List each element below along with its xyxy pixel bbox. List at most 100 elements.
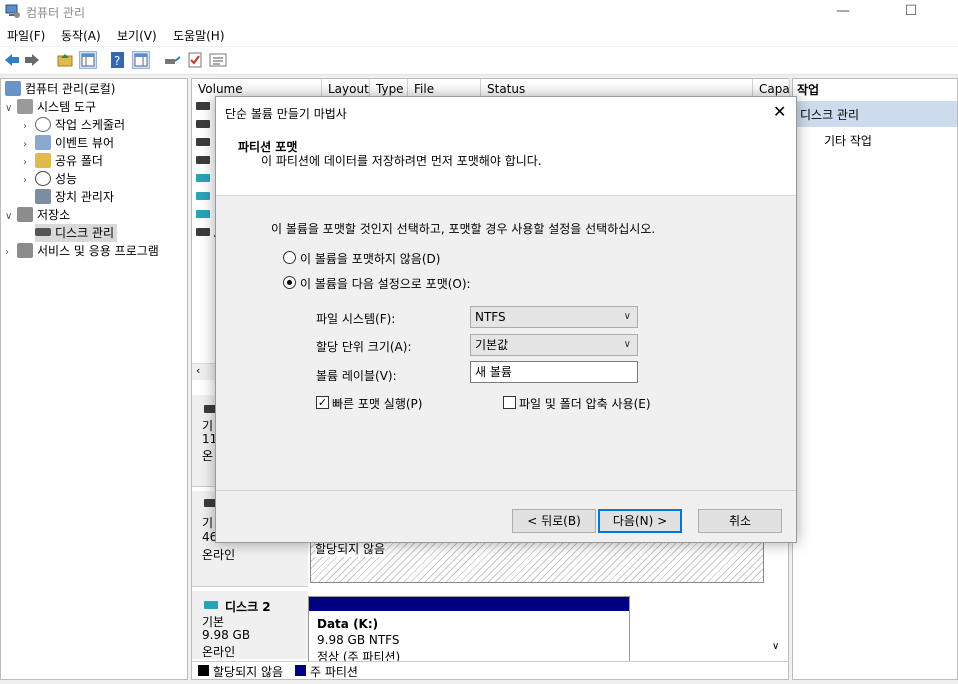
- tree-item-storage[interactable]: ∨ 저장소: [5, 206, 70, 224]
- menu-action[interactable]: 동작(A): [61, 27, 101, 44]
- volume-label-input[interactable]: 새 볼륨: [470, 361, 638, 383]
- disk-2-status: 온라인: [202, 645, 236, 659]
- instruction-text: 이 볼륨을 포맷할 것인지 선택하고, 포맷할 경우 사용할 설정을 선택하십시…: [271, 222, 656, 236]
- allocation-unit-label: 할당 단위 크기(A):: [316, 340, 412, 354]
- cancel-button[interactable]: 취소: [698, 509, 782, 533]
- legend-unallocated-swatch: [198, 665, 209, 676]
- checkbox-unchecked-icon[interactable]: [503, 396, 516, 409]
- tree-label: 이벤트 뷰어: [55, 136, 115, 150]
- performance-icon: [35, 171, 51, 186]
- tree-item-root[interactable]: 컴퓨터 관리(로컬): [5, 80, 115, 98]
- clock-icon: [35, 117, 51, 132]
- device-manager-icon: [35, 189, 51, 204]
- list-view-icon[interactable]: [209, 51, 227, 69]
- disk-1-status: 온라인: [202, 548, 236, 562]
- partition-title: Data (K:): [317, 617, 379, 631]
- volume-icon: [196, 192, 210, 200]
- radio-label: 이 볼륨을 다음 설정으로 포맷(O):: [300, 277, 471, 291]
- disk-icon: [204, 601, 218, 609]
- up-folder-icon[interactable]: [56, 51, 74, 69]
- tree-label: 서비스 및 응용 프로그램: [37, 244, 159, 258]
- tree-item-event-viewer[interactable]: › 이벤트 뷰어: [23, 134, 114, 152]
- dialog-header: 단순 볼륨 만들기 마법사 ✕ 파티션 포맷 이 파티션에 데이터를 저장하려면…: [216, 97, 796, 196]
- maximize-button[interactable]: ☐: [888, 0, 934, 24]
- action-more[interactable]: 기타 작업: [824, 132, 872, 149]
- tree-label: 저장소: [37, 208, 71, 222]
- back-button[interactable]: < 뒤로(B): [512, 509, 596, 533]
- action-disk-management[interactable]: 디스크 관리: [793, 101, 957, 127]
- actions-pane: 작업 디스크 관리 기타 작업: [792, 78, 958, 680]
- check-icon[interactable]: [186, 51, 204, 69]
- disk-2-size: 9.98 GB: [202, 628, 251, 642]
- tree-item-services[interactable]: › 서비스 및 응용 프로그램: [5, 242, 159, 260]
- partition-size: 9.98 GB NTFS: [317, 633, 400, 647]
- disk-2-info[interactable]: 디스크 2 기본 9.98 GB 온라인: [192, 591, 308, 659]
- partition-k[interactable]: Data (K:) 9.98 GB NTFS 정상 (주 파티션): [308, 596, 630, 664]
- tree-item-disk-management[interactable]: 디스크 관리: [35, 224, 118, 242]
- tree-label: 성능: [55, 172, 78, 186]
- back-arrow-icon[interactable]: [3, 51, 21, 69]
- vertical-scroll-down-icon[interactable]: ∨: [772, 641, 779, 652]
- menu-help[interactable]: 도움말(H): [173, 27, 225, 44]
- compress-checkbox[interactable]: 파일 및 폴더 압축 사용(E): [503, 394, 673, 412]
- tree-label: 공유 폴더: [55, 154, 103, 168]
- radio-label: 이 볼륨을 포맷하지 않음(D): [300, 252, 441, 266]
- tree-item-shared-folders[interactable]: › 공유 폴더: [23, 152, 103, 170]
- tree-item-performance[interactable]: › 성능: [23, 170, 77, 188]
- radio-button-selected[interactable]: [283, 276, 296, 289]
- app-icon: [5, 4, 21, 19]
- tools-icon: [17, 99, 33, 114]
- close-icon[interactable]: ✕: [773, 102, 786, 121]
- volume-row[interactable]: [196, 100, 210, 114]
- file-system-select[interactable]: NTFS ∨: [470, 306, 638, 328]
- legend-primary-swatch: [295, 665, 306, 676]
- next-button[interactable]: 다음(N) >: [598, 509, 682, 533]
- volume-icon: [196, 210, 210, 218]
- connect-icon[interactable]: [163, 51, 181, 69]
- file-system-value: NTFS: [475, 310, 506, 324]
- quick-format-checkbox[interactable]: ✓ 빠른 포맷 실행(P): [316, 394, 456, 412]
- chevron-right-icon[interactable]: ›: [5, 244, 17, 262]
- volume-label-value: 새 볼륨: [475, 365, 512, 379]
- action-label: 디스크 관리: [800, 108, 860, 122]
- radio-button[interactable]: [283, 251, 296, 264]
- minimize-button[interactable]: —: [820, 0, 866, 24]
- show-hide-tree-icon[interactable]: [79, 51, 97, 69]
- disk-1-type: 기: [202, 516, 214, 530]
- volume-icon: [196, 138, 210, 146]
- legend-unallocated-label: 할당되지 않음: [213, 665, 284, 679]
- radio-no-format[interactable]: 이 볼륨을 포맷하지 않음(D): [282, 249, 522, 267]
- tree-item-device-manager[interactable]: 장치 관리자: [35, 188, 114, 206]
- tree-label: 시스템 도구: [37, 100, 97, 114]
- dialog-divider: [216, 490, 796, 491]
- disk-icon: [35, 228, 51, 236]
- disk-2-name: 디스크 2: [225, 600, 271, 614]
- tree-item-system-tools[interactable]: ∨ 시스템 도구: [5, 98, 96, 116]
- tree-label: 디스크 관리: [55, 226, 115, 240]
- chevron-right-icon[interactable]: ›: [23, 172, 35, 190]
- chevron-down-icon: ∨: [623, 311, 631, 322]
- actions-header: 작업: [797, 83, 820, 97]
- storage-icon: [17, 207, 33, 222]
- properties-pane-icon[interactable]: [132, 51, 150, 69]
- help-icon[interactable]: ?: [109, 51, 127, 69]
- legend-primary-label: 주 파티션: [310, 665, 358, 679]
- checkbox-label: 파일 및 폴더 압축 사용(E): [519, 397, 651, 411]
- disk-0-status: 온: [202, 449, 214, 463]
- menu-view[interactable]: 보기(V): [117, 27, 157, 44]
- forward-arrow-icon[interactable]: [23, 51, 41, 69]
- menu-file[interactable]: 파일(F): [7, 27, 45, 44]
- allocation-unit-select[interactable]: 기본값 ∨: [470, 334, 638, 356]
- menu-bar: 파일(F) 동작(A) 보기(V) 도움말(H): [0, 24, 958, 46]
- chevron-down-icon[interactable]: ∨: [5, 208, 17, 226]
- checkbox-checked-icon[interactable]: ✓: [316, 396, 329, 409]
- tree-label: 컴퓨터 관리(로컬): [25, 82, 116, 96]
- scroll-left-icon[interactable]: ‹: [196, 364, 200, 377]
- dialog-section-subtitle: 이 파티션에 데이터를 저장하려면 먼저 포맷해야 합니다.: [261, 154, 542, 168]
- tree-item-task-scheduler[interactable]: › 작업 스케줄러: [23, 116, 125, 134]
- chevron-down-icon[interactable]: ∨: [5, 100, 17, 118]
- svg-text:?: ?: [114, 54, 120, 68]
- volume-label-label: 볼륨 레이블(V):: [316, 369, 397, 383]
- volume-icon: [196, 156, 210, 164]
- radio-format[interactable]: 이 볼륨을 다음 설정으로 포맷(O):: [282, 274, 522, 292]
